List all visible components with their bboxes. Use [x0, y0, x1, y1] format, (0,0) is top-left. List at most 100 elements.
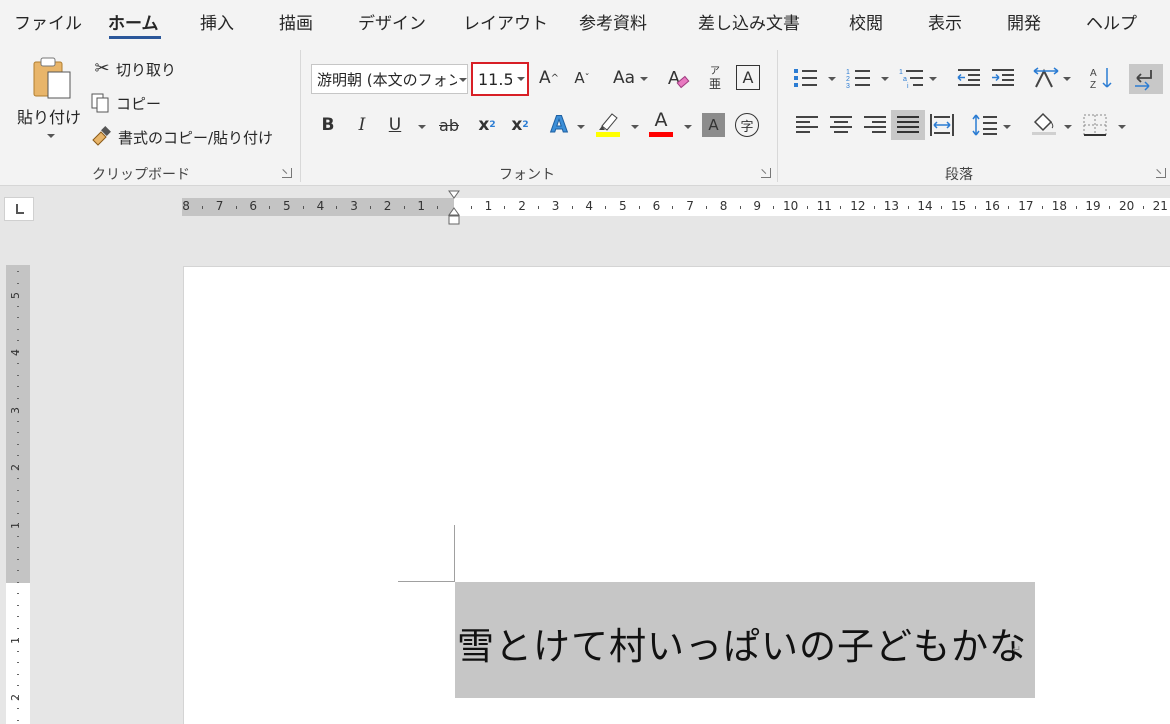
ruler-tick [17, 708, 19, 709]
horizontal-ruler[interactable]: 8 7 6 5 4 3 2 1 1 2 3 4 5 6 7 8 9 10 11 12 13 14 15 16 17 18 19 20 2… [182, 198, 1170, 216]
font-size-combobox[interactable]: 11.5 [471, 62, 529, 96]
text-effects-button[interactable]: A [546, 110, 572, 140]
align-left-icon[interactable] [795, 114, 819, 136]
tab-layout[interactable]: レイアウト [463, 9, 548, 34]
ruler-number: 5 [283, 199, 291, 213]
line-spacing-dropdown-arrow[interactable] [1003, 125, 1011, 129]
clear-formatting-button[interactable]: A [665, 64, 693, 92]
justify-button[interactable] [891, 110, 925, 140]
align-center-icon[interactable] [829, 114, 853, 136]
indent-marker-icon[interactable] [448, 190, 460, 226]
ruler-tick [17, 489, 19, 491]
character-shading-button[interactable]: A [702, 113, 725, 137]
document-text[interactable]: 雪とけて村いっぱいの子どもかな [457, 616, 1027, 670]
ruler-tick [571, 206, 573, 209]
ruler-tick [504, 206, 506, 209]
vertical-ruler[interactable]: 5 4 3 2 1 1 2 [6, 265, 30, 724]
ruler-number: 1 [9, 521, 22, 529]
borders-icon[interactable] [1082, 113, 1108, 137]
ruler-tick [874, 206, 875, 209]
tab-view[interactable]: 表示 [928, 9, 962, 34]
bullets-icon[interactable] [793, 66, 819, 90]
ruler-tick [17, 351, 19, 353]
font-dialog-launcher[interactable] [761, 168, 771, 178]
borders-dropdown-arrow[interactable] [1118, 125, 1126, 129]
italic-button[interactable]: I [352, 112, 372, 138]
paragraph-dialog-launcher[interactable] [1156, 168, 1166, 178]
ruler-tick [17, 639, 19, 640]
ruler-number: 18 [1051, 199, 1068, 213]
subscript-mark: 2 [489, 120, 496, 130]
highlight-dropdown-arrow[interactable] [631, 125, 639, 129]
ruler-tick [17, 282, 19, 284]
ruler-tick [17, 673, 19, 675]
tab-developer[interactable]: 開発 [1007, 9, 1041, 34]
tab-references[interactable]: 参考資料 [579, 9, 647, 34]
phonetic-guide-button[interactable]: ア 亜 [705, 63, 725, 93]
bullets-dropdown-arrow[interactable] [828, 77, 836, 81]
ruler-tick [17, 455, 19, 456]
tab-home[interactable]: ホーム [108, 9, 159, 34]
multilevel-list-icon[interactable]: 1 a i [899, 66, 925, 90]
shading-button[interactable] [1030, 110, 1058, 140]
paint-bucket-icon [1033, 112, 1054, 132]
distributed-icon[interactable] [929, 113, 955, 137]
bold-button[interactable]: B [318, 112, 338, 138]
asian-layout-icon[interactable] [1032, 65, 1060, 91]
copy-button[interactable]: コピー [90, 90, 190, 116]
superscript-button[interactable]: x2 [508, 112, 532, 138]
copy-label: コピー [116, 95, 162, 113]
ruler-tick [17, 340, 19, 341]
tab-design[interactable]: デザイン [358, 9, 426, 34]
tab-selector-button[interactable] [4, 197, 34, 221]
tab-insert[interactable]: 挿入 [200, 9, 234, 34]
underline-button[interactable]: U [385, 112, 405, 138]
align-right-icon[interactable] [863, 114, 887, 136]
font-name-combobox[interactable]: 游明朝 (本文のフォント - 日本語) [311, 64, 468, 94]
line-spacing-icon[interactable] [971, 113, 999, 137]
underline-icon: U [388, 115, 402, 135]
font-color-button[interactable]: A [648, 109, 676, 140]
ruler-number: 4 [316, 199, 325, 213]
ruler-tick [17, 328, 19, 330]
asian-layout-dropdown-arrow[interactable] [1063, 77, 1071, 81]
enclose-characters-button[interactable]: 字 [735, 113, 759, 137]
tab-draw[interactable]: 描画 [279, 9, 313, 34]
cut-button[interactable]: ✂ 切り取り [92, 56, 192, 82]
font-size-dropdown-arrow[interactable] [517, 77, 525, 81]
paste-dropdown-arrow[interactable] [47, 134, 55, 138]
strikethrough-button[interactable]: ab [436, 112, 462, 138]
tab-mailings[interactable]: 差し込み文書 [698, 9, 800, 34]
ruler-tick [1142, 206, 1144, 209]
character-shading-icon: A [708, 116, 719, 134]
increase-indent-icon[interactable] [990, 66, 1016, 90]
clipboard-group-label: クリップボード [92, 167, 190, 183]
shrink-font-button[interactable]: Aˇ [570, 65, 594, 91]
tab-help[interactable]: ヘルプ [1086, 9, 1137, 34]
subscript-button[interactable]: x2 [475, 112, 499, 138]
decrease-indent-icon[interactable] [956, 66, 982, 90]
change-case-dropdown-arrow[interactable] [640, 77, 648, 81]
sort-icon[interactable]: A Z [1088, 65, 1116, 91]
character-border-button[interactable]: A [736, 65, 760, 90]
ruler-number: 15 [951, 199, 967, 213]
numbering-icon[interactable]: 1 2 3 [846, 66, 872, 90]
format-painter-button[interactable]: 書式のコピー/貼り付け [90, 124, 285, 150]
tab-review[interactable]: 校閲 [849, 9, 883, 34]
change-case-button[interactable]: Aa [608, 65, 640, 91]
font-color-dropdown-arrow[interactable] [684, 125, 692, 129]
highlight-color-button[interactable] [594, 110, 624, 140]
multilevel-dropdown-arrow[interactable] [929, 77, 937, 81]
text-effects-dropdown-arrow[interactable] [577, 125, 585, 129]
grow-font-button[interactable]: A ^ [537, 65, 561, 91]
ribbon: 貼り付け ✂ 切り取り コピー 書式のコピー/貼り付け クリップボード 游明朝 … [0, 46, 1170, 186]
tab-file[interactable]: ファイル [14, 9, 82, 34]
font-name-dropdown-arrow[interactable] [459, 78, 467, 82]
clipboard-dialog-launcher[interactable] [282, 168, 292, 178]
shading-dropdown-arrow[interactable] [1064, 125, 1072, 129]
show-formatting-marks-button[interactable] [1129, 64, 1163, 94]
paste-button[interactable]: 貼り付け [10, 52, 86, 148]
underline-dropdown-arrow[interactable] [418, 125, 426, 129]
group-separator [777, 50, 778, 182]
numbering-dropdown-arrow[interactable] [881, 77, 889, 81]
